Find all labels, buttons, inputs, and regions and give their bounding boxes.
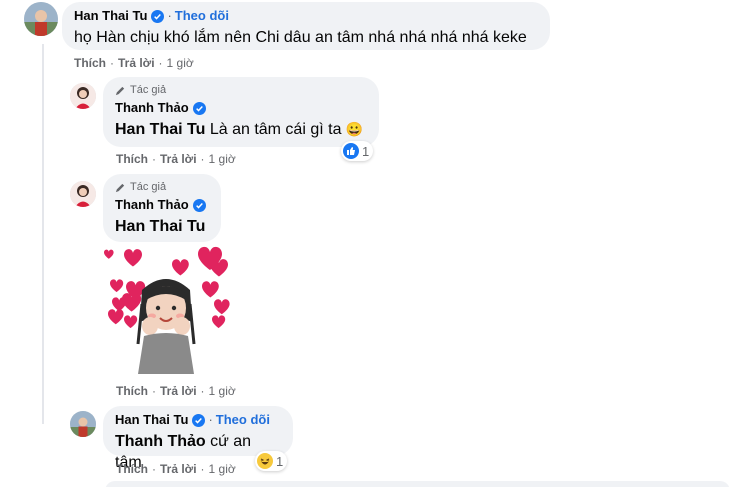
author-name[interactable]: Han Thai Tu: [74, 8, 147, 24]
comment-bubble: Han Thai Tu · Theo dõi Thanh Thảo cứ an …: [103, 406, 293, 471]
comment-header: Thanh Thảo: [115, 100, 367, 116]
follow-link[interactable]: Theo dõi: [175, 8, 229, 24]
pencil-icon: [115, 86, 125, 95]
separator-dot: ·: [200, 462, 205, 476]
next-comment-bubble: [105, 481, 730, 487]
comment-text: Han Thai Tu: [115, 216, 209, 237]
separator-dot: ·: [152, 462, 156, 476]
verified-badge-icon: [192, 101, 206, 115]
reaction-summary[interactable]: 1: [255, 451, 288, 471]
like-button[interactable]: Thích: [116, 383, 148, 399]
reaction-count: 1: [362, 143, 370, 159]
reply-button[interactable]: Trả lời: [160, 151, 197, 167]
separator-dot: ·: [158, 56, 163, 70]
comment-text: Han Thai Tu Là an tâm cái gì ta 😀: [115, 119, 367, 140]
reply-button[interactable]: Trả lời: [160, 383, 197, 399]
comment-actions: Thích · Trả lời · 1 giờ: [116, 151, 236, 167]
comment-bubble: Han Thai Tu · Theo dõi họ Hàn chịu khó l…: [62, 2, 550, 50]
reply-button[interactable]: Trả lời: [118, 55, 155, 71]
mention-link[interactable]: Han Thai Tu: [115, 218, 205, 235]
separator-dot: ·: [208, 412, 213, 427]
like-button[interactable]: Thích: [116, 461, 148, 477]
pencil-icon: [115, 183, 125, 192]
thread-line: [42, 44, 44, 424]
timestamp[interactable]: 1 giờ: [209, 461, 236, 477]
author-name[interactable]: Thanh Thảo: [115, 100, 189, 116]
comment-header: Han Thai Tu · Theo dõi: [115, 412, 281, 428]
reply-button[interactable]: Trả lời: [160, 461, 197, 477]
mention-link[interactable]: Han Thai Tu: [115, 121, 205, 138]
timestamp[interactable]: 1 giờ: [209, 151, 236, 167]
comment-body: Là an tâm cái gì ta: [209, 121, 342, 138]
avatar[interactable]: [70, 181, 96, 207]
author-tag-label: Tác giả: [130, 181, 167, 193]
mention-link[interactable]: Thanh Thảo: [115, 433, 206, 450]
separator-dot: ·: [200, 384, 205, 398]
comment-header: Thanh Thảo: [115, 197, 209, 213]
hearts-sticker[interactable]: [102, 244, 232, 374]
timestamp[interactable]: 1 giờ: [167, 55, 194, 71]
separator-dot: ·: [110, 56, 114, 70]
verified-badge-icon: [151, 9, 165, 23]
comment-actions: Thích · Trả lời · 1 giờ: [116, 383, 236, 399]
verified-badge-icon: [192, 413, 206, 427]
comment-actions: Thích · Trả lời · 1 giờ: [116, 461, 236, 477]
smile-emoji-icon: 😀: [345, 121, 364, 137]
author-tag: Tác giả: [115, 83, 367, 97]
separator-dot: ·: [152, 152, 156, 166]
author-name[interactable]: Thanh Thảo: [115, 197, 189, 213]
comment-bubble: Tác giả Thanh Thảo Han Thai Tu Là an tâm…: [103, 77, 379, 147]
author-tag-label: Tác giả: [130, 84, 167, 96]
author-name[interactable]: Han Thai Tu: [115, 412, 188, 428]
separator-dot: ·: [152, 384, 156, 398]
comment-header: Han Thai Tu · Theo dõi: [74, 8, 538, 24]
separator-dot: ·: [167, 8, 172, 23]
like-button[interactable]: Thích: [116, 151, 148, 167]
avatar[interactable]: [70, 411, 96, 437]
comment-bubble: Tác giả Thanh Thảo Han Thai Tu: [103, 174, 221, 242]
follow-link[interactable]: Theo dõi: [216, 412, 270, 428]
like-reaction-icon: [343, 143, 359, 159]
timestamp[interactable]: 1 giờ: [209, 383, 236, 399]
comment-text: họ Hàn chịu khó lắm nên Chi dâu an tâm n…: [74, 29, 527, 46]
like-button[interactable]: Thích: [74, 55, 106, 71]
avatar[interactable]: [70, 83, 96, 109]
reaction-count: 1: [276, 453, 284, 469]
separator-dot: ·: [200, 152, 205, 166]
avatar[interactable]: [24, 2, 58, 36]
comment-actions: Thích · Trả lời · 1 giờ: [74, 55, 194, 71]
haha-reaction-icon: [257, 453, 273, 469]
reaction-summary[interactable]: 1: [341, 141, 374, 161]
verified-badge-icon: [192, 198, 206, 212]
author-tag: Tác giả: [115, 180, 209, 194]
